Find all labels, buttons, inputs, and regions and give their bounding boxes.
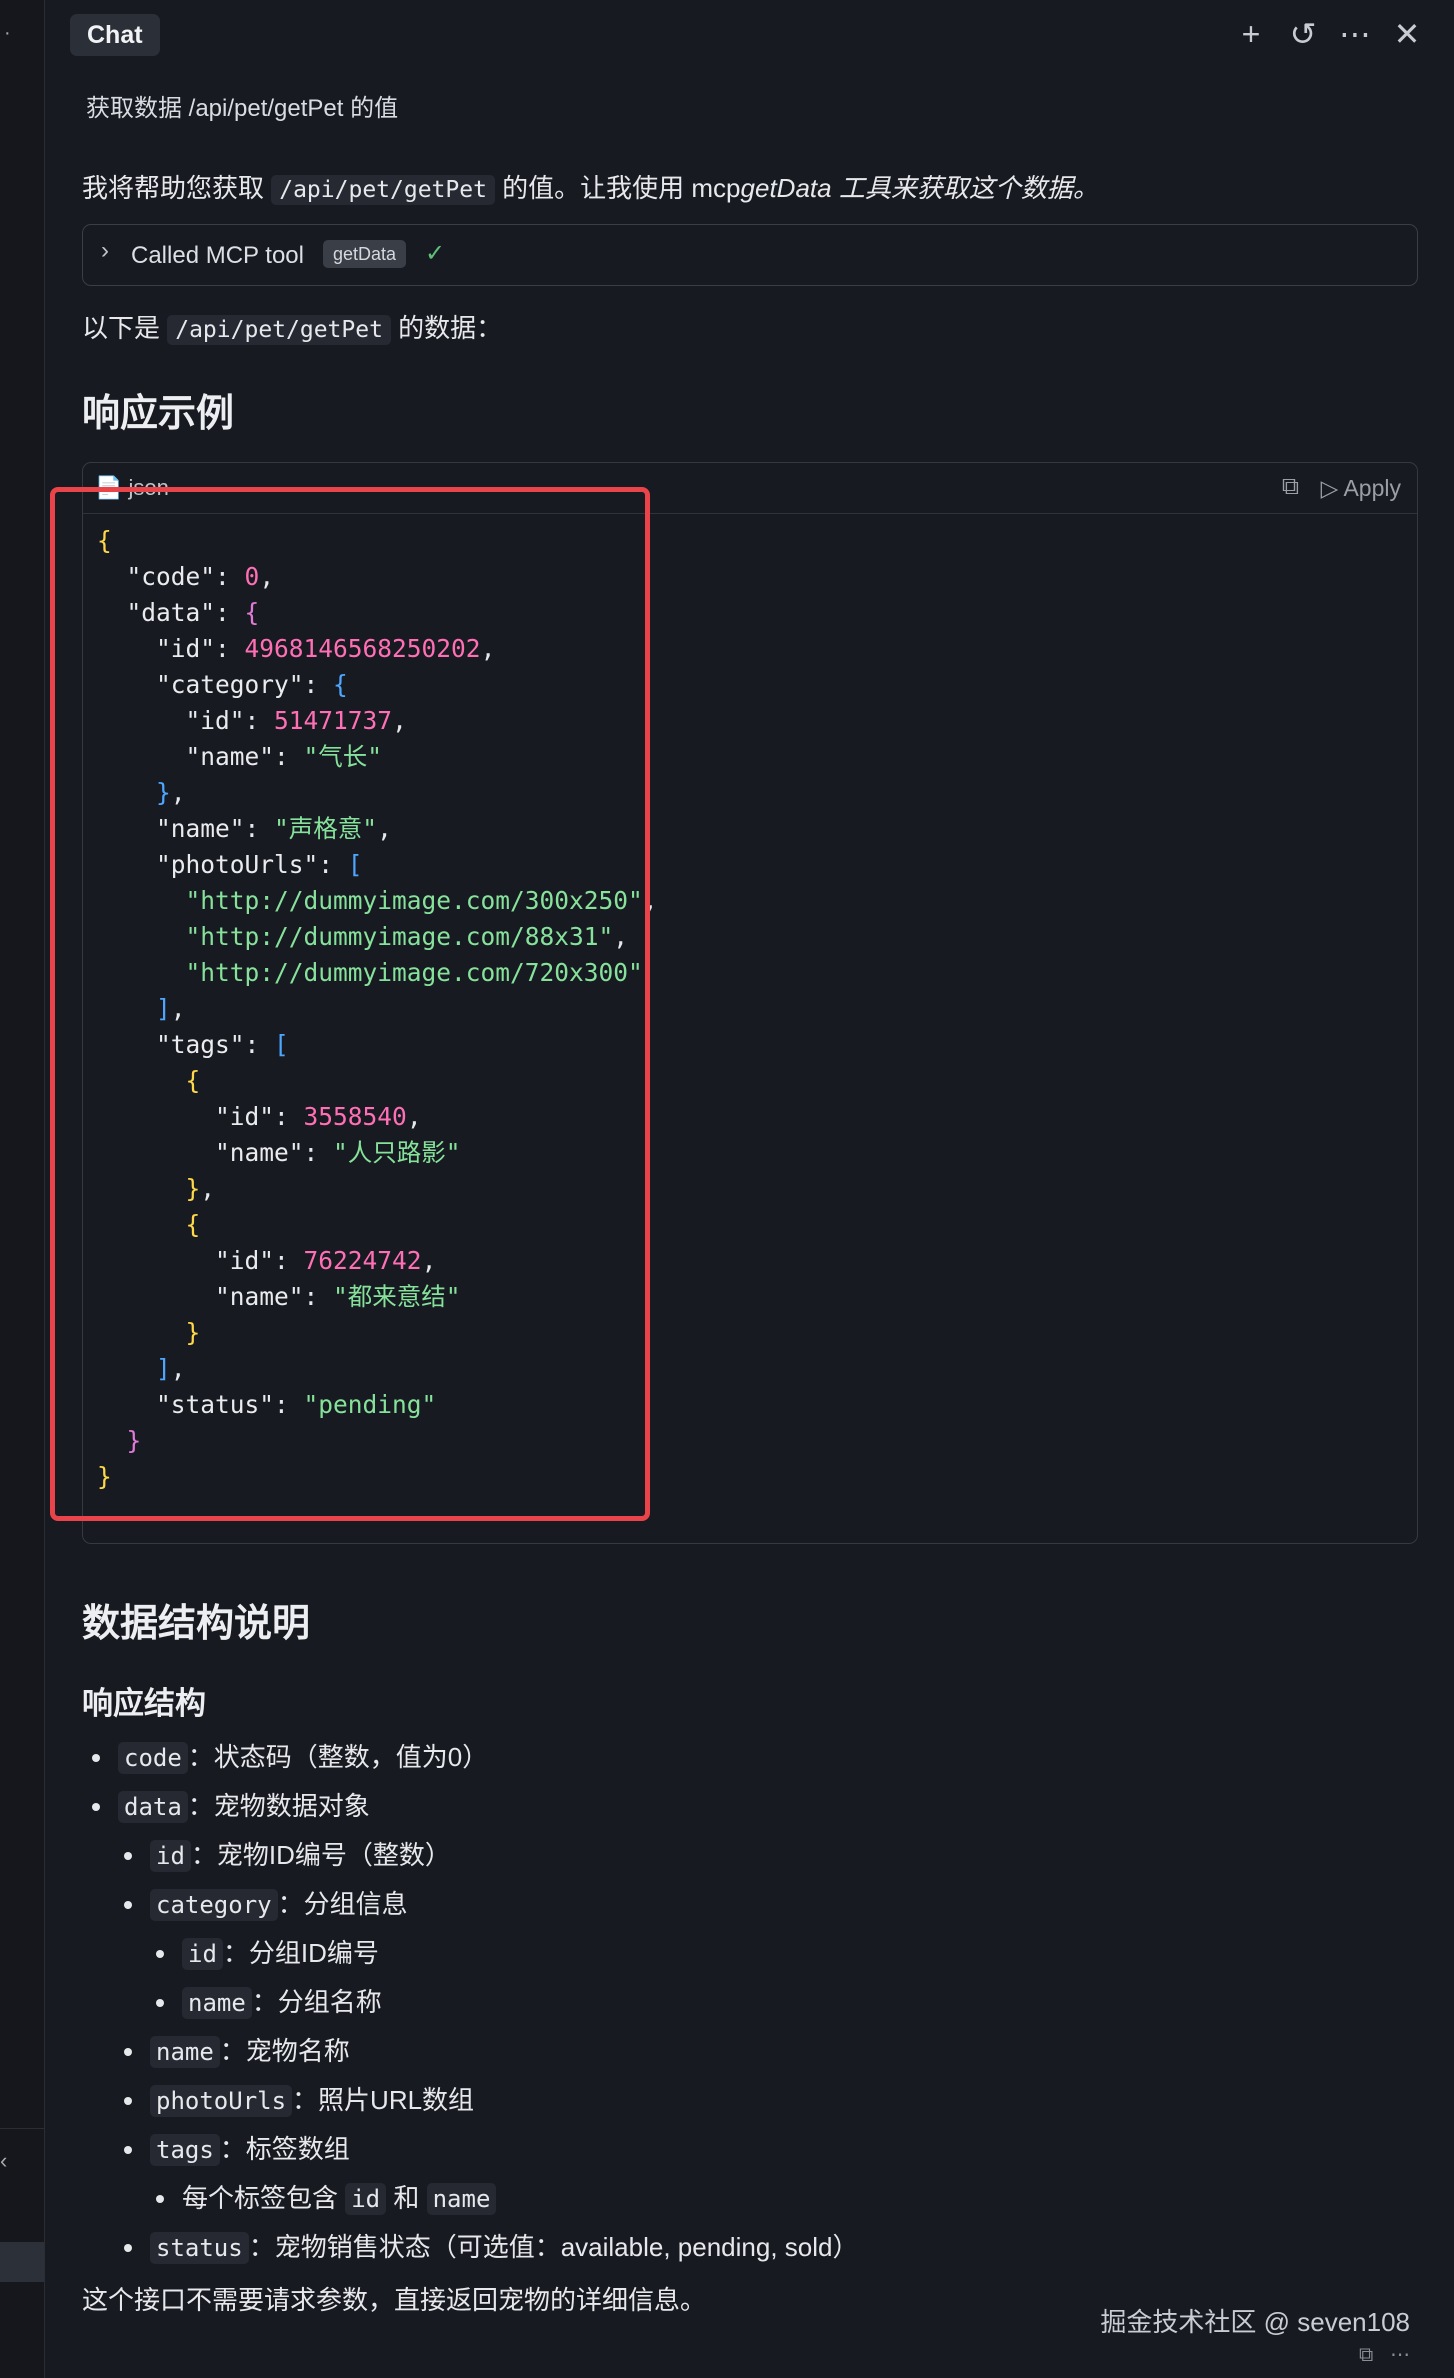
close-icon[interactable]: ✕ bbox=[1390, 12, 1424, 56]
list-item: id ：宠物ID编号（整数） bbox=[82, 1831, 858, 1880]
data-intro-text: 以下是 bbox=[82, 313, 168, 343]
list-item: id ：分组ID编号 bbox=[82, 1929, 858, 1978]
left-sidebar-strip: · ‹ bbox=[0, 0, 45, 2378]
apply-label: Apply bbox=[1343, 475, 1401, 501]
list-item: name ：分组名称 bbox=[82, 1978, 858, 2027]
more-dot-icon: · bbox=[4, 22, 11, 44]
footer-actions: ⧉ ⋯ bbox=[1359, 2342, 1410, 2367]
list-item: category ：分组信息 bbox=[82, 1880, 858, 1929]
more-options-icon[interactable]: ⋯ bbox=[1338, 12, 1372, 56]
list-item: photoUrls ：照片URL数组 bbox=[82, 2076, 858, 2125]
collapse-chevron-icon[interactable]: ‹ bbox=[0, 2148, 7, 2174]
tab-chat[interactable]: Chat bbox=[70, 14, 160, 56]
list-item: code ：状态码（整数，值为0） bbox=[82, 1733, 858, 1782]
field-list: code ：状态码（整数，值为0） data ：宠物数据对象 id ：宠物ID编号（整… bbox=[82, 1733, 858, 2272]
heading-response-example: 响应示例 bbox=[82, 393, 235, 435]
copy-icon[interactable]: ⧉ bbox=[1359, 2344, 1373, 2366]
assistant-intro: 我将帮助您获取 /api/pet/getPet 的值。让我使用 mcpgetDa… bbox=[82, 168, 1099, 205]
highlight-annotation-box bbox=[50, 487, 650, 1521]
watermark: 掘金技术社区 @ seven108 bbox=[1100, 2307, 1410, 2337]
heading-data-structure: 数据结构说明 bbox=[82, 1603, 311, 1645]
mcp-tool-badge: getData bbox=[323, 240, 407, 268]
apply-button[interactable]: ▷ Apply bbox=[1321, 475, 1401, 502]
data-intro: 以下是 /api/pet/getPet 的数据： bbox=[82, 308, 502, 345]
data-intro-after: 的数据： bbox=[390, 313, 503, 343]
chevron-right-icon: › bbox=[101, 237, 109, 264]
mcp-tool-call[interactable]: › Called MCP tool getData ✓ bbox=[82, 224, 1418, 286]
heading-response-structure: 响应结构 bbox=[82, 1686, 206, 1721]
divider bbox=[0, 2128, 44, 2129]
more-options-icon[interactable]: ⋯ bbox=[1390, 2344, 1410, 2366]
data-endpoint-code: /api/pet/getPet bbox=[167, 315, 391, 345]
intro-italic: getData 工具来获取这个数据。 bbox=[740, 173, 1099, 203]
copy-icon[interactable]: ⧉ bbox=[1282, 473, 1299, 501]
intro-endpoint-code: /api/pet/getPet bbox=[271, 175, 495, 205]
top-toolbar: + ↺ ⋯ ✕ bbox=[1234, 12, 1424, 56]
active-indicator bbox=[0, 2242, 44, 2282]
list-item: 每个标签包含 id 和 name bbox=[82, 2174, 858, 2223]
list-item: name ：宠物名称 bbox=[82, 2027, 858, 2076]
list-item: data ：宠物数据对象 bbox=[82, 1782, 858, 1831]
list-item: status ：宠物销售状态（可选值：available, pending, so… bbox=[82, 2223, 858, 2272]
user-message: 获取数据 /api/pet/getPet 的值 bbox=[86, 95, 399, 122]
intro-text: 我将帮助您获取 bbox=[82, 173, 272, 203]
mcp-label: Called MCP tool bbox=[131, 242, 304, 269]
history-icon[interactable]: ↺ bbox=[1286, 12, 1320, 56]
check-icon: ✓ bbox=[425, 240, 446, 267]
new-chat-plus-icon[interactable]: + bbox=[1234, 12, 1268, 56]
list-item: tags ：标签数组 bbox=[82, 2125, 858, 2174]
intro-text-mid: 的值。让我使用 mcp bbox=[494, 173, 741, 203]
summary-text: 这个接口不需要请求参数，直接返回宠物的详细信息。 bbox=[82, 2285, 707, 2315]
